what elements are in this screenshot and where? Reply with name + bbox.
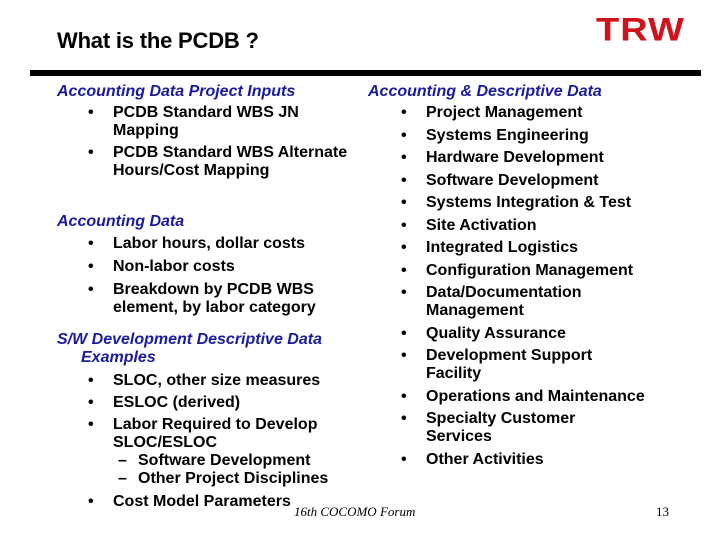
heading-sw-development: S/W Development Descriptive Data (57, 331, 322, 348)
bullet-icon: • (401, 450, 407, 468)
list-item: • Breakdown by PCDB WBS element, by labor… (88, 281, 316, 316)
bullet-icon: • (88, 493, 94, 510)
bullet-icon: • (401, 324, 407, 342)
list-item: • Specialty Customer Services (401, 410, 576, 445)
bullet-icon: • (401, 149, 407, 166)
list-item: • PCDB Standard WBS JN Mapping (88, 104, 299, 139)
list-item: • Data/Documentation Management (401, 284, 582, 319)
list-accounting-data: • Labor hours, dollar costs • Non-labor co… (88, 235, 363, 321)
bullet-icon: • (88, 394, 94, 411)
list-item: • Labor hours, dollar costs (88, 235, 306, 252)
heading-sw-development-examples: Examples (81, 349, 156, 366)
list-item: • PCDB Standard WBS Alternate Hours/Cost … (88, 144, 348, 179)
list-item: • Other Activities (401, 450, 544, 468)
list-item: • Development Support Facility (401, 347, 593, 382)
bullet-icon: • (88, 104, 94, 121)
heading-accounting-descriptive: Accounting & Descriptive Data (368, 83, 602, 100)
bullet-icon: • (88, 416, 94, 433)
bullet-icon: • (401, 171, 407, 189)
list-item: • Site Activation (401, 216, 537, 234)
bullet-icon: • (401, 347, 407, 364)
list-project-inputs: • PCDB Standard WBS JN Mapping • PCDB Stan… (88, 104, 348, 184)
sub-list-item: – Other Project Disciplines (118, 470, 329, 487)
bullet-icon: • (401, 239, 407, 256)
bullet-icon: • (88, 281, 94, 298)
bullet-icon: • (401, 104, 407, 121)
footer-text: 16th COCOMO Forum (294, 504, 416, 519)
list-sw-development: • SLOC, other size measures • ESLOC (deriv… (88, 372, 378, 515)
list-accounting-descriptive: • Project Management • Systems Engineering… (401, 104, 701, 473)
list-item: • Project Management (401, 104, 583, 121)
bullet-icon: • (401, 387, 407, 405)
dash-icon: – (118, 470, 127, 487)
slide: What is the PCDB ? TRW Accounting Data P… (0, 0, 720, 540)
page-number: 13 (656, 504, 669, 519)
bullet-icon: • (401, 261, 407, 279)
list-item: • Hardware Development (401, 149, 604, 166)
dash-icon: – (118, 452, 127, 469)
slide-title: What is the PCDB ? (57, 28, 259, 53)
list-item: • Systems Engineering (401, 126, 589, 144)
bullet-icon: • (401, 126, 407, 144)
bullet-icon: • (88, 144, 94, 161)
list-item: • Systems Integration & Test (401, 194, 632, 211)
list-item: • Configuration Management (401, 261, 634, 279)
list-item: • ESLOC (derived) (88, 394, 241, 411)
bullet-icon: • (401, 194, 407, 211)
list-item: • Operations and Maintenance (401, 387, 645, 405)
bullet-icon: • (88, 372, 94, 389)
heading-accounting-data: Accounting Data (57, 213, 185, 230)
list-item: • Non-labor costs (88, 258, 235, 275)
heading-project-inputs: Accounting Data Project Inputs (57, 83, 296, 100)
title-divider (30, 70, 701, 76)
trw-logo: TRW (596, 12, 685, 49)
list-item: • SLOC, other size measures (88, 372, 321, 389)
sub-list-item: – Software Development (118, 452, 311, 469)
bullet-icon: • (401, 216, 407, 234)
list-item: • Quality Assurance (401, 324, 566, 342)
list-item: • Software Development (401, 171, 599, 189)
list-item: • Labor Required to Develop SLOC/ESLOC (88, 416, 318, 451)
list-item: • Integrated Logistics (401, 239, 579, 256)
bullet-icon: • (88, 235, 94, 252)
bullet-icon: • (401, 410, 407, 427)
bullet-icon: • (401, 284, 407, 301)
bullet-icon: • (88, 258, 94, 275)
